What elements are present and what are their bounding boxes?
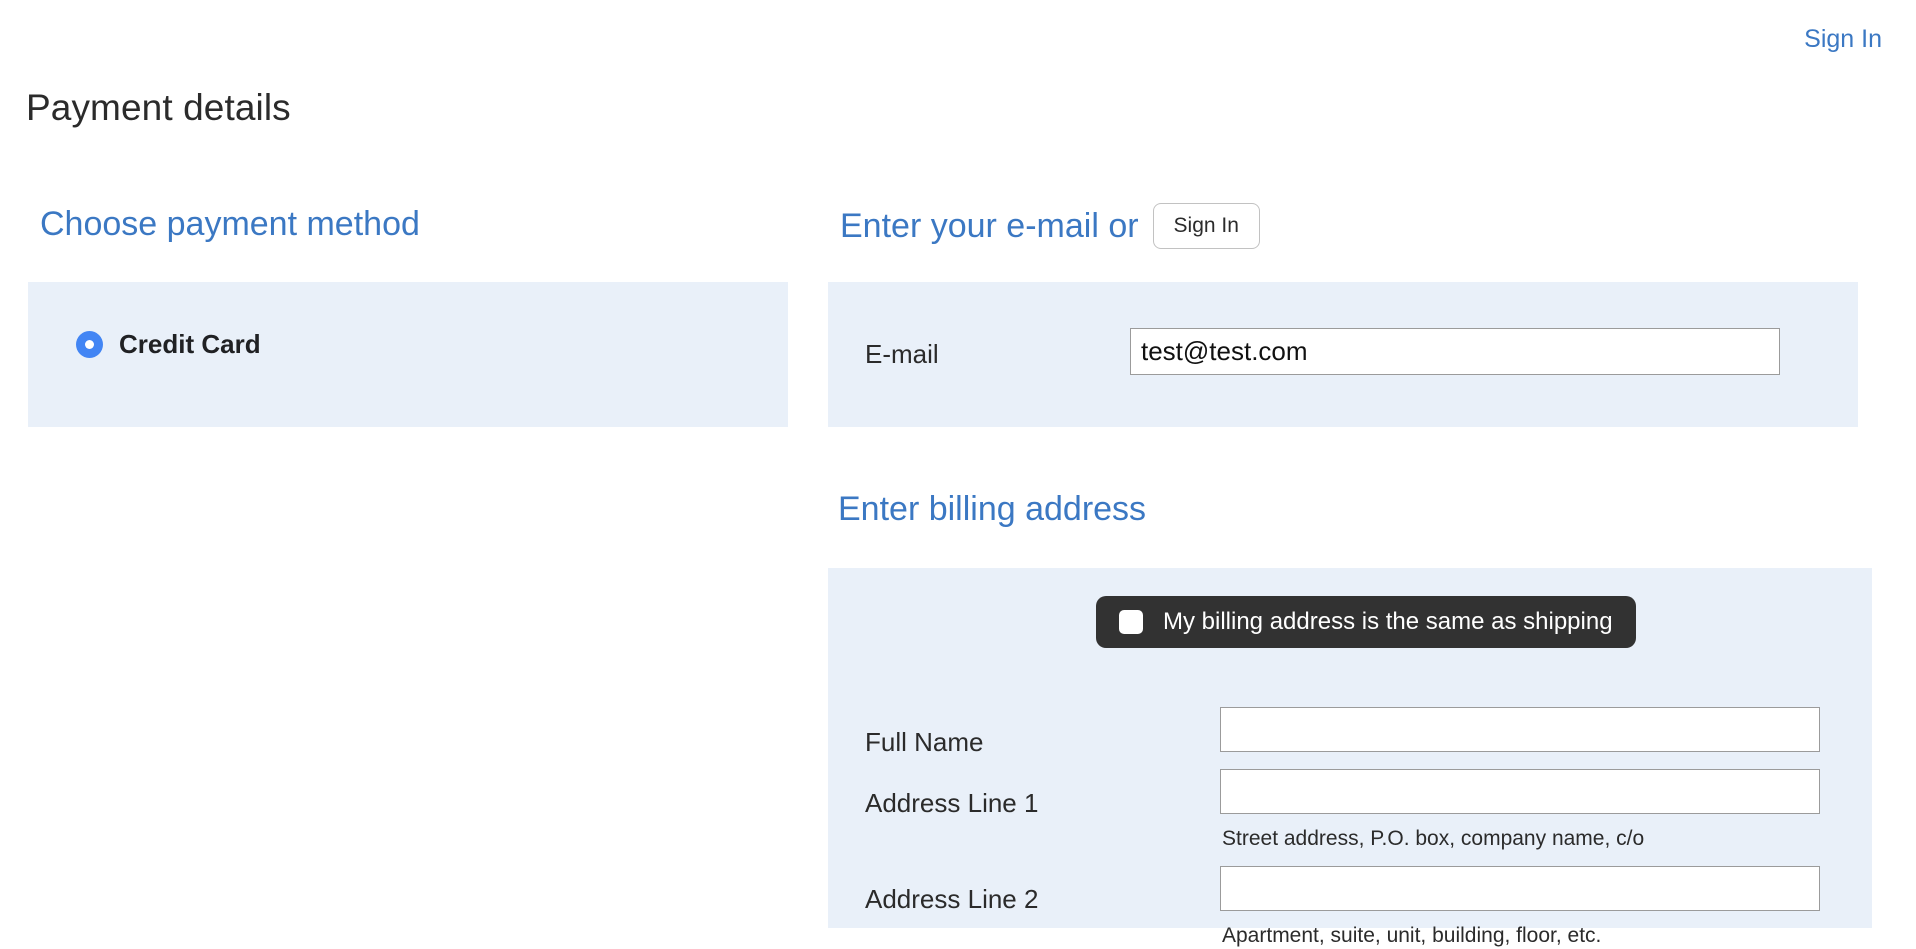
payment-option-label[interactable]: Credit Card xyxy=(119,329,261,359)
page-title: Payment details xyxy=(26,87,291,128)
radio-inner-dot xyxy=(85,339,94,349)
enter-billing-address-heading: Enter billing address xyxy=(838,490,1147,528)
radio-selected-icon[interactable] xyxy=(76,330,103,358)
same-as-shipping-label[interactable]: My billing address is the same as shippi… xyxy=(1163,608,1613,636)
signin-button[interactable]: Sign In xyxy=(1152,203,1260,249)
header-signin-link[interactable]: Sign In xyxy=(1804,24,1882,54)
payment-option-credit-card[interactable]: Credit Card xyxy=(76,329,261,359)
enter-email-heading: Enter your e-mail or xyxy=(840,207,1139,245)
same-as-shipping-checkbox-chip[interactable]: My billing address is the same as shippi… xyxy=(1096,596,1636,648)
checkbox-unchecked-icon[interactable] xyxy=(1119,610,1143,634)
full-name-label: Full Name xyxy=(865,727,984,757)
email-input[interactable] xyxy=(1130,328,1780,375)
address-line-2-label: Address Line 2 xyxy=(865,884,1039,914)
top-bar: Sign In xyxy=(0,0,1916,62)
address-line-1-input[interactable] xyxy=(1220,769,1820,814)
address-line-2-input[interactable] xyxy=(1220,866,1820,911)
payment-method-panel: Credit Card xyxy=(28,282,788,427)
address-line-2-helper-text: Apartment, suite, unit, building, floor,… xyxy=(1222,924,1602,947)
full-name-input[interactable] xyxy=(1220,707,1820,752)
address-line-1-label: Address Line 1 xyxy=(865,788,1039,818)
email-section-header: Enter your e-mail or Sign In xyxy=(840,203,1260,249)
email-field-label: E-mail xyxy=(865,339,939,369)
choose-payment-method-heading: Choose payment method xyxy=(40,205,420,243)
address-line-1-helper-text: Street address, P.O. box, company name, … xyxy=(1222,827,1645,850)
